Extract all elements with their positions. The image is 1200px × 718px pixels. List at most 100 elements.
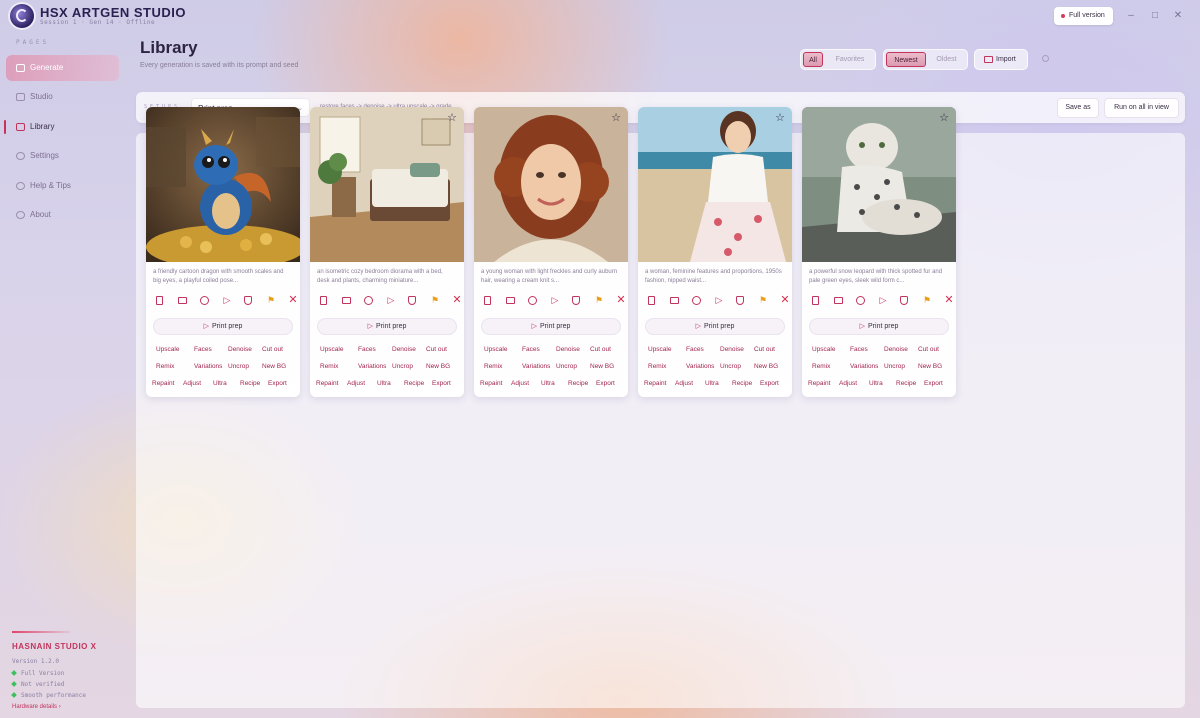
card-action-export[interactable]: Export: [596, 380, 615, 387]
image-card[interactable]: ☆ a woman, feminine features and proporti…: [638, 107, 792, 397]
chat-icon[interactable]: [200, 296, 209, 305]
card-action-new-bg[interactable]: New BG: [426, 363, 450, 370]
delete-icon[interactable]: ✕: [944, 295, 954, 306]
document-icon[interactable]: [648, 296, 655, 305]
image-card[interactable]: a friendly cartoon dragon with smooth sc…: [146, 107, 300, 397]
play-icon[interactable]: ▷: [386, 295, 396, 306]
sidebar-item-settings[interactable]: Settings: [6, 143, 119, 169]
flag-icon[interactable]: ⚑: [266, 295, 276, 306]
delete-icon[interactable]: ✕: [780, 295, 790, 306]
play-icon[interactable]: ▷: [222, 295, 232, 306]
card-action-repaint[interactable]: Repaint: [316, 380, 338, 387]
card-action-faces[interactable]: Faces: [522, 346, 540, 353]
play-icon[interactable]: ▷: [714, 295, 724, 306]
card-action-remix[interactable]: Remix: [320, 363, 338, 370]
chat-icon[interactable]: [364, 296, 373, 305]
favorite-star-icon[interactable]: ☆: [775, 112, 785, 124]
card-action-remix[interactable]: Remix: [484, 363, 502, 370]
document-icon[interactable]: [484, 296, 491, 305]
minimize-icon[interactable]: –: [1123, 8, 1139, 24]
card-action-new-bg[interactable]: New BG: [262, 363, 286, 370]
sidebar-item-library[interactable]: Library: [4, 114, 119, 140]
card-action-adjust[interactable]: Adjust: [511, 380, 529, 387]
delete-icon[interactable]: ✕: [452, 295, 462, 306]
card-action-uncrop[interactable]: Uncrop: [720, 363, 741, 370]
sidebar-item-about[interactable]: About: [6, 202, 119, 228]
document-icon[interactable]: [320, 296, 327, 305]
shield-icon[interactable]: [408, 296, 416, 305]
card-action-upscale[interactable]: Upscale: [484, 346, 507, 353]
filter-favorites-button[interactable]: Favorites: [827, 52, 873, 67]
sort-oldest-button[interactable]: Oldest: [928, 52, 965, 67]
image-card[interactable]: ☆ a powerful snow leopard with thick spot…: [802, 107, 956, 397]
sort-newest-button[interactable]: Newest: [886, 52, 926, 67]
shield-icon[interactable]: [736, 296, 744, 305]
card-action-upscale[interactable]: Upscale: [320, 346, 343, 353]
folder-icon[interactable]: [506, 297, 515, 304]
play-icon[interactable]: ▷: [550, 295, 560, 306]
card-action-upscale[interactable]: Upscale: [648, 346, 671, 353]
flag-icon[interactable]: ⚑: [594, 295, 604, 306]
card-action-recipe[interactable]: Recipe: [568, 380, 588, 387]
card-action-recipe[interactable]: Recipe: [896, 380, 916, 387]
filter-all-button[interactable]: All: [803, 52, 823, 67]
card-action-cut-out[interactable]: Cut out: [590, 346, 611, 353]
card-action-ultra[interactable]: Ultra: [377, 380, 391, 387]
card-action-repaint[interactable]: Repaint: [644, 380, 666, 387]
card-action-variations[interactable]: Variations: [850, 363, 878, 370]
card-action-faces[interactable]: Faces: [850, 346, 868, 353]
card-action-recipe[interactable]: Recipe: [240, 380, 260, 387]
card-action-denoise[interactable]: Denoise: [556, 346, 580, 353]
chat-icon[interactable]: [692, 296, 701, 305]
search-icon[interactable]: [1042, 55, 1049, 62]
card-thumbnail[interactable]: [638, 107, 792, 262]
card-action-new-bg[interactable]: New BG: [754, 363, 778, 370]
shield-icon[interactable]: [900, 296, 908, 305]
hardware-details-link[interactable]: Hardware details ›: [12, 704, 61, 710]
shield-icon[interactable]: [572, 296, 580, 305]
card-action-cut-out[interactable]: Cut out: [754, 346, 775, 353]
card-action-ultra[interactable]: Ultra: [541, 380, 555, 387]
print-prep-button[interactable]: ▷ Print prep: [809, 318, 949, 335]
card-action-denoise[interactable]: Denoise: [228, 346, 252, 353]
card-action-adjust[interactable]: Adjust: [839, 380, 857, 387]
folder-icon[interactable]: [834, 297, 843, 304]
version-badge[interactable]: Full version: [1054, 7, 1113, 25]
card-action-cut-out[interactable]: Cut out: [918, 346, 939, 353]
card-action-adjust[interactable]: Adjust: [183, 380, 201, 387]
card-action-variations[interactable]: Variations: [358, 363, 386, 370]
card-action-export[interactable]: Export: [760, 380, 779, 387]
card-action-uncrop[interactable]: Uncrop: [392, 363, 413, 370]
card-action-repaint[interactable]: Repaint: [480, 380, 502, 387]
card-action-recipe[interactable]: Recipe: [732, 380, 752, 387]
print-prep-button[interactable]: ▷ Print prep: [317, 318, 457, 335]
delete-icon[interactable]: ✕: [616, 295, 626, 306]
card-action-denoise[interactable]: Denoise: [884, 346, 908, 353]
document-icon[interactable]: [812, 296, 819, 305]
card-action-adjust[interactable]: Adjust: [347, 380, 365, 387]
card-thumbnail[interactable]: [474, 107, 628, 262]
card-action-export[interactable]: Export: [432, 380, 451, 387]
card-action-new-bg[interactable]: New BG: [590, 363, 614, 370]
card-action-faces[interactable]: Faces: [358, 346, 376, 353]
print-prep-button[interactable]: ▷ Print prep: [645, 318, 785, 335]
play-icon[interactable]: ▷: [878, 295, 888, 306]
card-thumbnail[interactable]: [310, 107, 464, 262]
flag-icon[interactable]: ⚑: [758, 295, 768, 306]
folder-icon[interactable]: [670, 297, 679, 304]
favorite-star-icon[interactable]: ☆: [447, 112, 457, 124]
card-action-faces[interactable]: Faces: [686, 346, 704, 353]
flag-icon[interactable]: ⚑: [922, 295, 932, 306]
card-action-export[interactable]: Export: [268, 380, 287, 387]
card-action-new-bg[interactable]: New BG: [918, 363, 942, 370]
flag-icon[interactable]: ⚑: [430, 295, 440, 306]
card-thumbnail[interactable]: [146, 107, 300, 262]
folder-icon[interactable]: [342, 297, 351, 304]
card-action-upscale[interactable]: Upscale: [156, 346, 179, 353]
import-button[interactable]: Import: [974, 49, 1028, 70]
card-action-denoise[interactable]: Denoise: [392, 346, 416, 353]
card-action-ultra[interactable]: Ultra: [869, 380, 883, 387]
card-action-ultra[interactable]: Ultra: [705, 380, 719, 387]
card-action-upscale[interactable]: Upscale: [812, 346, 835, 353]
chat-icon[interactable]: [528, 296, 537, 305]
